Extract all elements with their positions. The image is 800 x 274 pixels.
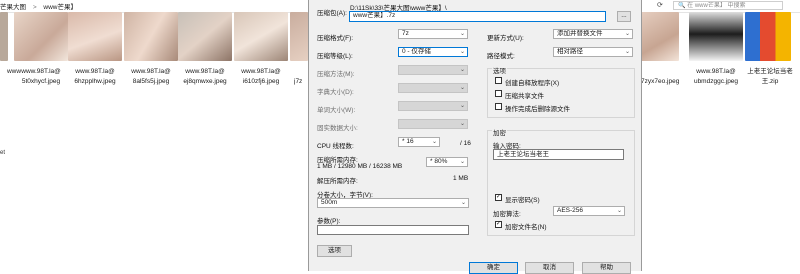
path-mode-select[interactable]: 相对路径 ⌄ [553, 47, 633, 57]
file-thumbnail[interactable] [68, 12, 122, 61]
level-label: 压缩等级(L): [317, 53, 353, 60]
update-mode-label: 更新方式(U): [487, 35, 524, 42]
file-thumbnail[interactable] [178, 12, 232, 61]
search-icon: 🔍 [678, 3, 686, 9]
format-select[interactable]: 7z ⌄ [398, 29, 468, 39]
solid-block-select[interactable]: ⌄ [398, 119, 468, 129]
chevron-down-icon: ⌄ [624, 49, 630, 55]
options-group-title: 选项 [492, 65, 507, 75]
chevron-down-icon: ⌄ [431, 139, 437, 145]
decompress-memory-label: 解压所需内存: [317, 178, 358, 185]
breadcrumb-item[interactable]: 芒果大图 [0, 4, 26, 11]
encrypt-filenames-checkbox[interactable]: ✓ [495, 221, 502, 228]
file-name: www.98T.la@ 6hzpplhw.jpeg [74, 68, 116, 85]
archive-name-field[interactable]: www芒果】.7z [349, 11, 606, 22]
path-mode-label: 路径模式: [487, 53, 515, 60]
encrypt-filenames-label[interactable]: 加密文件名(N) [505, 221, 547, 231]
file-name: www.98T.la@ ej8qmwxe.jpeg [183, 68, 227, 85]
parameters-label: 参数(P): [317, 218, 341, 225]
breadcrumb-item[interactable]: www芒果】 [43, 4, 77, 11]
chevron-down-icon: ⌄ [459, 85, 465, 91]
update-mode-select[interactable]: 添加并替换文件 ⌄ [553, 29, 633, 39]
cancel-button[interactable]: 取消 [525, 262, 574, 274]
dictionary-select[interactable]: ⌄ [398, 83, 468, 93]
memory-percent-select[interactable]: * 80% ⌄ [426, 157, 468, 167]
file-thumbnail[interactable] [641, 12, 679, 61]
file-thumbnail[interactable] [0, 12, 8, 61]
file-name: 上老王论坛当老 王.zip [747, 68, 793, 85]
encryption-method-select[interactable]: AES-256 ⌄ [553, 206, 625, 216]
chevron-down-icon: ⌄ [459, 121, 465, 127]
add-to-archive-dialog: 压缩包(A): D:\11Sk\33\芒果大图\www芒果】\ www芒果】.7… [308, 0, 642, 274]
archive-label: 压缩包(A): [317, 10, 347, 17]
method-label: 压缩方法(M): [317, 71, 355, 78]
help-button[interactable]: 帮助 [582, 262, 631, 274]
cpu-threads-total: / 16 [460, 140, 471, 147]
chevron-down-icon: ⌄ [616, 208, 622, 214]
word-size-label: 单词大小(W): [317, 107, 356, 114]
level-select[interactable]: 0 - 仅存储 ⌄ [398, 47, 468, 57]
sfx-checkbox[interactable] [495, 77, 502, 84]
file-name-fragment: et [0, 150, 6, 156]
dictionary-label: 字典大小(D): [317, 89, 354, 96]
chevron-down-icon: ⌄ [459, 49, 465, 55]
decompress-memory-value: 1 MB [453, 175, 469, 182]
search-input[interactable]: 🔍 在 www芒果】 中搜索 [673, 1, 783, 10]
format-label: 压缩格式(F): [317, 35, 354, 42]
shared-files-checkbox[interactable] [495, 90, 502, 97]
file-thumbnail[interactable] [124, 12, 178, 61]
chevron-down-icon: ⌄ [459, 159, 465, 165]
file-thumbnail[interactable] [290, 12, 308, 61]
show-password-checkbox[interactable]: ✓ [495, 194, 502, 201]
file-name: www.98T.la@ i610zfj6.jpeg [241, 68, 281, 85]
compress-memory-value: 1 MB / 12980 MB / 16238 MB [317, 163, 403, 170]
chevron-down-icon: ⌄ [459, 67, 465, 73]
parameters-field[interactable] [317, 225, 469, 235]
options-button[interactable]: 选项 [317, 245, 352, 257]
show-password-label[interactable]: 显示密码(S) [505, 194, 540, 204]
password-field[interactable]: 上老王论坛当老王 [493, 149, 624, 160]
ok-button[interactable]: 确定 [469, 262, 518, 274]
cpu-threads-label: CPU 线程数: [317, 143, 354, 150]
method-select[interactable]: ⌄ [398, 65, 468, 75]
breadcrumb: 芒果大图 > www芒果】 [0, 1, 82, 11]
browse-button[interactable]: ... [617, 11, 631, 22]
breadcrumb-separator: > [32, 4, 37, 11]
encryption-method-label: 加密算法: [493, 211, 521, 218]
file-name: 7zyx7eo.jpeg [641, 78, 680, 85]
word-size-select[interactable]: ⌄ [398, 101, 468, 111]
delete-after-label[interactable]: 操作完成后删除源文件 [505, 103, 570, 113]
encryption-group-title: 加密 [492, 127, 507, 137]
solid-block-label: 固实数据大小: [317, 125, 358, 132]
chevron-down-icon: ⌄ [460, 200, 466, 206]
search-placeholder: 在 www芒果】 中搜索 [687, 3, 746, 9]
file-name: j7z [294, 78, 303, 85]
file-thumbnail[interactable] [234, 12, 288, 61]
chevron-down-icon: ⌄ [459, 103, 465, 109]
refresh-icon[interactable]: ⟳ [657, 1, 663, 9]
file-thumbnail[interactable] [689, 12, 743, 61]
chevron-down-icon: ⌄ [459, 31, 465, 37]
file-thumbnail[interactable] [14, 12, 68, 61]
shared-files-label[interactable]: 压缩共享文件 [505, 90, 544, 100]
sfx-label[interactable]: 创建自释放程序(X) [505, 77, 559, 87]
zip-archive-icon[interactable] [745, 12, 791, 61]
cpu-threads-select[interactable]: * 16 ⌄ [398, 137, 440, 147]
split-volume-select[interactable]: 500m ⌄ [317, 198, 469, 208]
delete-after-checkbox[interactable] [495, 103, 502, 110]
chevron-down-icon: ⌄ [624, 31, 630, 37]
